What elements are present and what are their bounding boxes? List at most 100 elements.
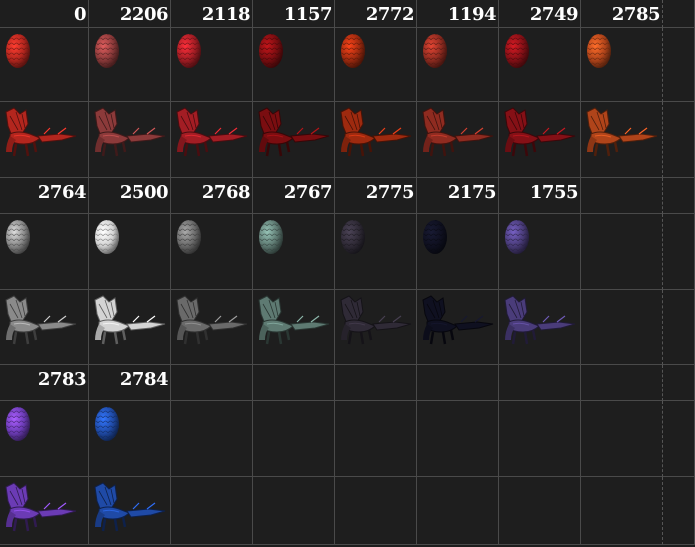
dragon-cell <box>0 102 89 178</box>
egg-cell <box>253 28 335 102</box>
blood-red-egg-icon <box>505 34 529 68</box>
empty-cell <box>663 477 695 545</box>
dragon-cell <box>499 102 581 178</box>
dragon-cell <box>171 290 253 365</box>
empty-cell <box>417 477 499 545</box>
empty-cell <box>253 477 335 545</box>
egg-cell <box>0 28 89 102</box>
empty-cell <box>581 214 663 290</box>
egg-cell <box>89 401 171 477</box>
shadow-dragon-icon <box>340 295 412 345</box>
egg-cell <box>335 214 417 290</box>
empty-cell <box>663 365 695 401</box>
empty-cell <box>581 290 663 365</box>
white-dragon-icon <box>94 295 166 345</box>
empty-cell <box>581 477 663 545</box>
color-id-label: 0 <box>73 4 87 25</box>
teal-grey-egg-icon <box>259 220 283 254</box>
empty-cell <box>335 477 417 545</box>
olive-dragon-icon <box>176 295 248 345</box>
dragon-cell <box>89 477 171 545</box>
color-id-label: 2500 <box>119 182 169 203</box>
dragon-cell <box>89 290 171 365</box>
empty-cell <box>417 401 499 477</box>
dragon-cell <box>581 102 663 178</box>
color-id-header: 0 <box>0 0 89 28</box>
color-id-label: 1194 <box>447 4 497 25</box>
rust-red-egg-icon <box>423 34 447 68</box>
color-id-label: 2764 <box>37 182 87 203</box>
empty-cell <box>499 365 581 401</box>
empty-cell <box>663 214 695 290</box>
color-id-header: 1157 <box>253 0 335 28</box>
color-id-label: 2784 <box>119 369 169 390</box>
empty-cell <box>417 365 499 401</box>
color-id-header: 2767 <box>253 178 335 214</box>
blood-red-dragon-icon <box>504 107 576 157</box>
dragon-cell <box>253 290 335 365</box>
empty-cell <box>499 401 581 477</box>
color-id-label: 1755 <box>529 182 579 203</box>
egg-cell <box>499 28 581 102</box>
egg-cell <box>0 401 89 477</box>
empty-cell <box>663 102 695 178</box>
empty-cell <box>253 401 335 477</box>
empty-cell <box>171 365 253 401</box>
empty-cell <box>581 401 663 477</box>
egg-cell <box>171 214 253 290</box>
color-id-label: 2785 <box>611 4 661 25</box>
color-id-label: 2749 <box>529 4 579 25</box>
color-id-header: 1194 <box>417 0 499 28</box>
empty-cell <box>171 477 253 545</box>
empty-cell <box>663 178 695 214</box>
empty-cell <box>663 401 695 477</box>
egg-cell <box>89 214 171 290</box>
color-id-label: 2767 <box>283 182 333 203</box>
egg-cell <box>499 214 581 290</box>
dusk-purple-egg-icon <box>505 220 529 254</box>
empty-cell <box>171 401 253 477</box>
color-id-header: 2784 <box>89 365 171 401</box>
purple-dragon-icon <box>5 482 77 532</box>
grey-dragon-icon <box>5 295 77 345</box>
empty-cell <box>335 365 417 401</box>
egg-cell <box>417 28 499 102</box>
color-id-label: 2783 <box>37 369 87 390</box>
egg-cell <box>171 28 253 102</box>
dark-red-dragon-icon <box>258 107 330 157</box>
dragon-cell <box>335 290 417 365</box>
crimson-egg-icon <box>177 34 201 68</box>
blue-egg-icon <box>95 407 119 441</box>
egg-cell <box>335 28 417 102</box>
dark-red-egg-icon <box>259 34 283 68</box>
color-id-label: 2175 <box>447 182 497 203</box>
color-id-header: 2206 <box>89 0 171 28</box>
grey-egg-icon <box>6 220 30 254</box>
ember-egg-icon <box>341 34 365 68</box>
empty-cell <box>663 0 695 28</box>
dragon-cell <box>335 102 417 178</box>
color-id-header: 1755 <box>499 178 581 214</box>
color-id-header: 2775 <box>335 178 417 214</box>
color-id-label: 2768 <box>201 182 251 203</box>
orange-red-dragon-icon <box>586 107 658 157</box>
color-id-label: 2775 <box>365 182 415 203</box>
crimson-dragon-icon <box>176 107 248 157</box>
dull-red-egg-icon <box>95 34 119 68</box>
orange-red-egg-icon <box>587 34 611 68</box>
color-id-label: 2206 <box>119 4 169 25</box>
empty-cell <box>663 290 695 365</box>
egg-cell <box>417 214 499 290</box>
dragon-cell <box>417 290 499 365</box>
color-id-header: 2772 <box>335 0 417 28</box>
empty-cell <box>253 365 335 401</box>
color-id-header: 2768 <box>171 178 253 214</box>
blue-dragon-icon <box>94 482 166 532</box>
dragon-cell <box>0 477 89 545</box>
black-dragon-icon <box>422 295 494 345</box>
color-id-header: 2500 <box>89 178 171 214</box>
ember-dragon-icon <box>340 107 412 157</box>
empty-cell <box>581 365 663 401</box>
color-id-header: 2785 <box>581 0 663 28</box>
dragon-cell <box>0 290 89 365</box>
